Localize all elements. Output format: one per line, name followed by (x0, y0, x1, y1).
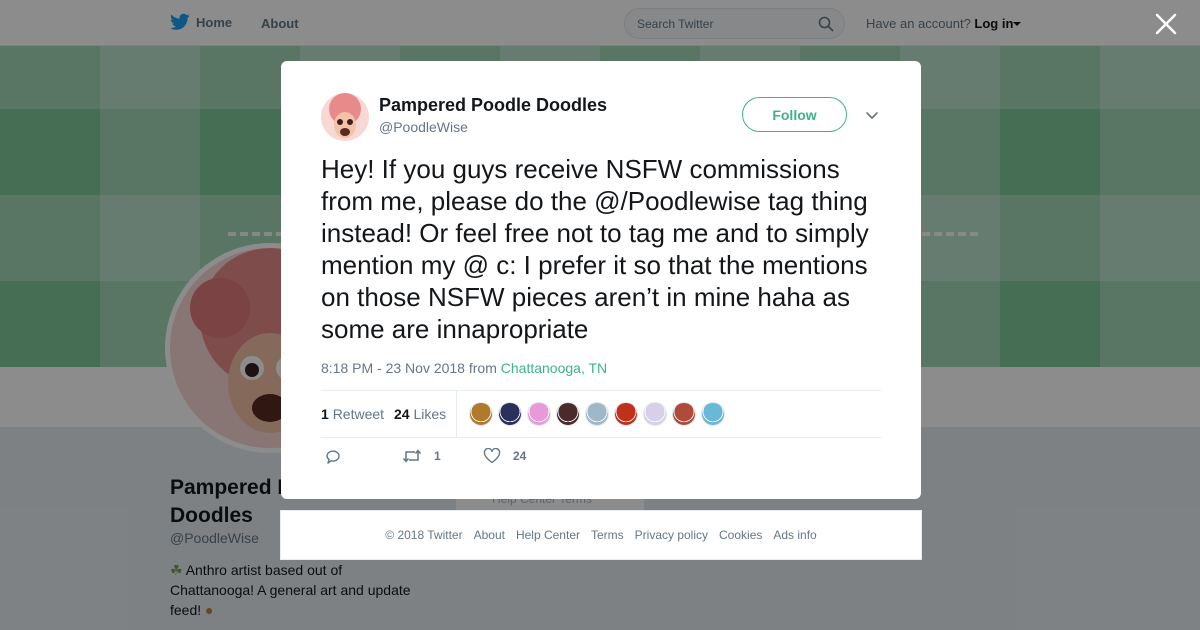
tweet-modal: Pampered Poodle Doodles @PoodleWise Foll… (281, 61, 921, 499)
liker-avatar[interactable] (585, 402, 609, 426)
reply-icon (326, 450, 340, 464)
footer: © 2018 Twitter About Help Center Terms P… (280, 510, 922, 560)
from-label: from (468, 360, 497, 376)
liker-avatar[interactable] (701, 402, 725, 426)
retweet-icon (402, 449, 422, 463)
liker-avatar[interactable] (498, 402, 522, 426)
chevron-down-icon[interactable] (865, 108, 879, 122)
footer-terms-link[interactable]: Terms (591, 528, 624, 542)
liker-avatars (469, 402, 725, 426)
like-stat[interactable]: 24 Likes (394, 406, 446, 422)
liker-avatar[interactable] (643, 402, 667, 426)
author-name[interactable]: Pampered Poodle Doodles (379, 95, 607, 116)
author-handle[interactable]: @PoodleWise (379, 119, 468, 135)
liker-avatar[interactable] (469, 402, 493, 426)
footer-copyright: © 2018 Twitter (385, 528, 463, 542)
footer-cookies-link[interactable]: Cookies (719, 528, 762, 542)
like-action-count: 24 (513, 449, 527, 463)
tweet-text: Hey! If you guys receive NSFW commission… (321, 154, 869, 344)
retweet-label: Retweet (332, 406, 385, 422)
footer-ads-link[interactable]: Ads info (773, 528, 816, 542)
tweet-stats: 1 Retweet 24 Likes (321, 390, 881, 438)
author-avatar[interactable] (321, 93, 369, 141)
like-count: 24 (394, 406, 410, 422)
liker-avatar[interactable] (614, 402, 638, 426)
retweet-button[interactable]: 1 (402, 448, 441, 464)
like-button[interactable]: 24 (483, 448, 526, 464)
follow-button[interactable]: Follow (742, 97, 847, 132)
stats-divider (456, 391, 457, 437)
tweet-time[interactable]: 8:18 PM - 23 Nov 2018 (321, 360, 465, 376)
retweet-count: 1 (321, 406, 329, 422)
tweet-timestamp: 8:18 PM - 23 Nov 2018 from Chattanooga, … (321, 360, 607, 376)
retweet-stat[interactable]: 1 Retweet (321, 406, 384, 422)
retweet-action-count: 1 (434, 449, 441, 463)
tweet-location[interactable]: Chattanooga, TN (501, 360, 607, 376)
footer-help-link[interactable]: Help Center (516, 528, 580, 542)
liker-avatar[interactable] (556, 402, 580, 426)
footer-privacy-link[interactable]: Privacy policy (635, 528, 708, 542)
close-icon[interactable] (1154, 12, 1178, 36)
heart-icon (483, 448, 501, 464)
reply-button[interactable] (324, 448, 342, 466)
tweet-actions: 1 24 (321, 448, 881, 470)
liker-avatar[interactable] (527, 402, 551, 426)
like-label: Likes (413, 406, 447, 422)
liker-avatar[interactable] (672, 402, 696, 426)
footer-about-link[interactable]: About (474, 528, 505, 542)
